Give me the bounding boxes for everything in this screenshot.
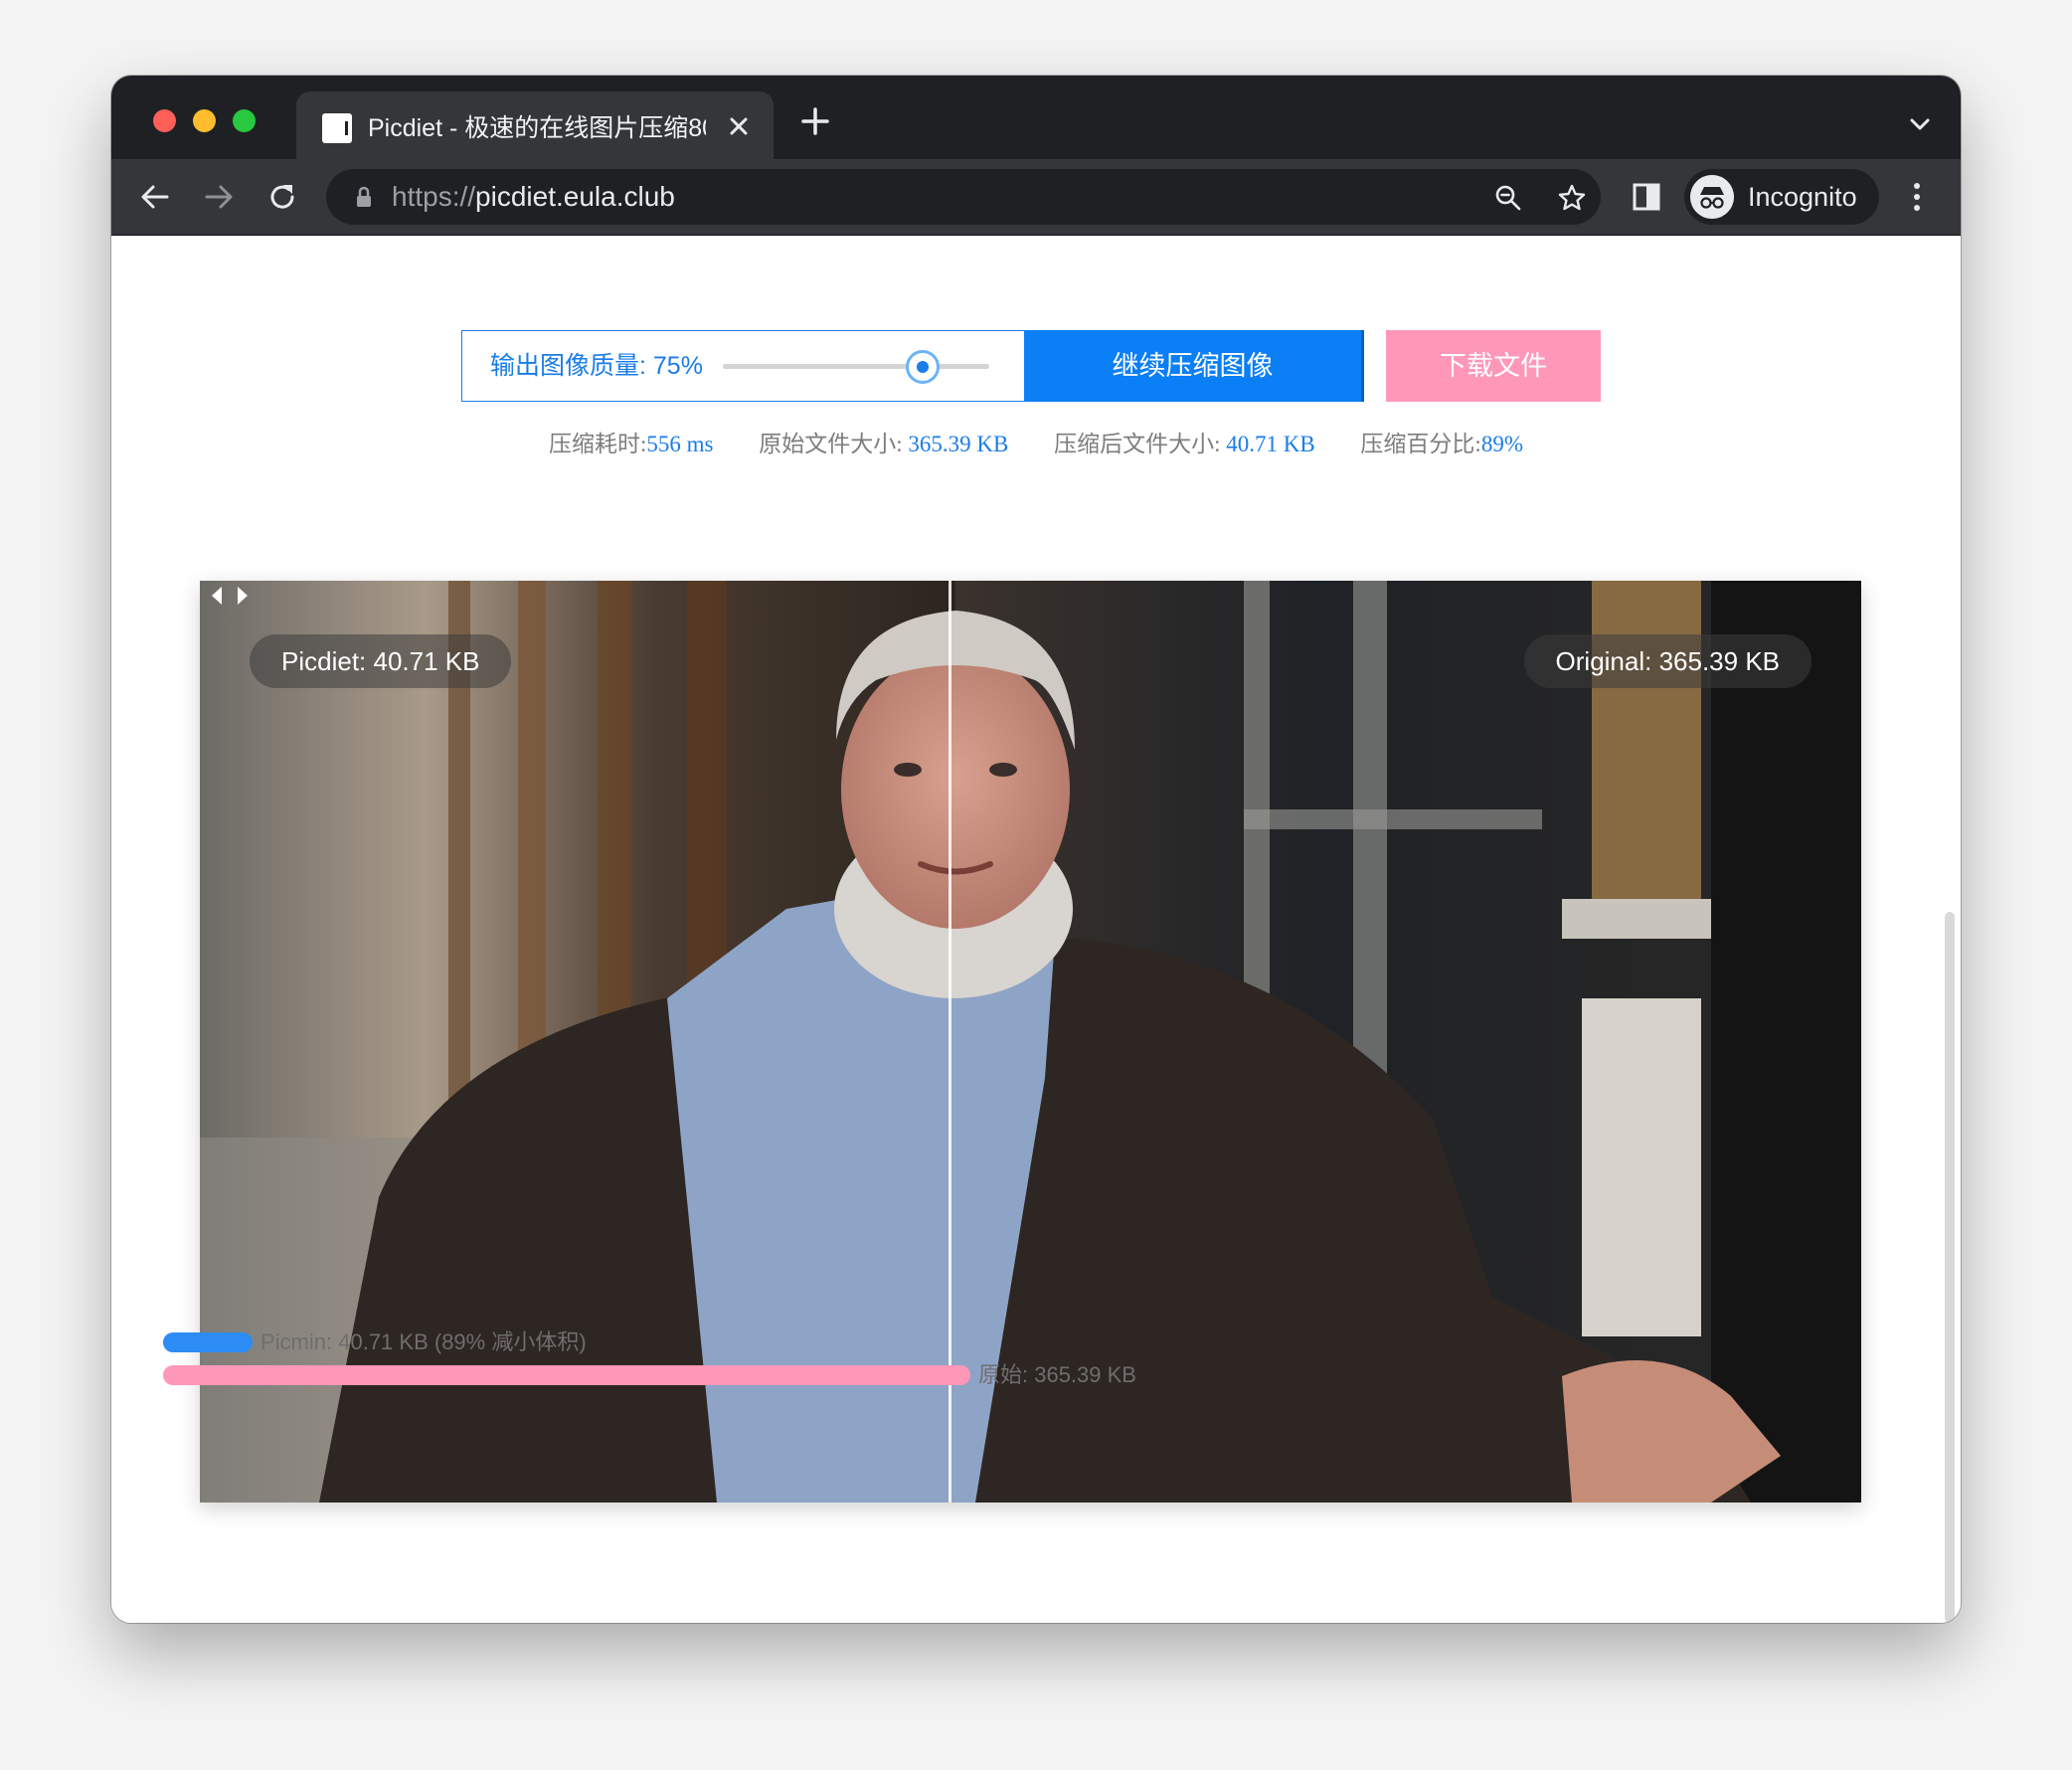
back-arrow-icon[interactable] xyxy=(137,179,173,215)
browser-menu-icon[interactable] xyxy=(1909,179,1925,215)
stat-time: 压缩耗时:556 ms xyxy=(549,432,714,456)
stat-compressed-size: 压缩后文件大小: 40.71 KB xyxy=(1054,432,1315,456)
tab-search-chevron-icon[interactable] xyxy=(1907,111,1933,137)
stat-percent: 压缩百分比:89% xyxy=(1360,432,1523,456)
compression-stats: 压缩耗时:556 ms 原始文件大小: 365.39 KB 压缩后文件大小: 4… xyxy=(111,425,1961,458)
forward-arrow-icon[interactable] xyxy=(201,179,237,215)
incognito-label: Incognito xyxy=(1748,182,1857,212)
compare-drag-handle-icon[interactable] xyxy=(200,581,259,611)
quality-label: 输出图像质量: 75% xyxy=(490,352,703,380)
stat-original-size: 原始文件大小: 365.39 KB xyxy=(759,432,1009,456)
reload-icon[interactable] xyxy=(264,179,300,215)
page-content: 输出图像质量: 75% 继续压缩图像 下载文件 压缩耗时:556 ms 原始文件… xyxy=(111,236,1961,1623)
close-window-button[interactable] xyxy=(153,109,176,132)
bookmark-star-icon[interactable] xyxy=(1557,183,1587,213)
favicon-icon xyxy=(322,113,352,143)
incognito-icon xyxy=(1690,175,1734,219)
minimize-window-button[interactable] xyxy=(193,109,216,132)
download-file-button[interactable]: 下载文件 xyxy=(1386,330,1601,402)
compressed-size-label: Picmin: 40.71 KB (89% 减小体积) xyxy=(260,1329,587,1354)
quality-slider[interactable] xyxy=(723,350,989,384)
browser-window: Picdiet - 极速的在线图片压缩80 https://picdiet.eu… xyxy=(111,76,1961,1623)
quality-slider-fill xyxy=(723,364,923,369)
compressed-size-bar xyxy=(163,1332,253,1352)
maximize-window-button[interactable] xyxy=(233,109,256,132)
compression-controls: 输出图像质量: 75% 继续压缩图像 下载文件 xyxy=(461,330,1605,402)
zoom-search-icon[interactable] xyxy=(1493,183,1523,213)
original-size-label: 原始: 365.39 KB xyxy=(978,1362,1136,1387)
compressed-image-label: Picdiet: 40.71 KB xyxy=(250,634,512,688)
continue-compress-button[interactable]: 继续压缩图像 xyxy=(1024,330,1364,402)
lock-icon xyxy=(357,186,371,207)
side-panel-icon[interactable] xyxy=(1629,179,1664,215)
tab-strip: Picdiet - 极速的在线图片压缩80 xyxy=(111,76,1961,159)
incognito-profile-button[interactable]: Incognito xyxy=(1684,169,1879,225)
original-size-bar xyxy=(163,1365,970,1385)
address-bar[interactable]: https://picdiet.eula.club xyxy=(326,169,1601,225)
quality-control: 输出图像质量: 75% xyxy=(461,330,1025,402)
browser-toolbar: https://picdiet.eula.club Incognito xyxy=(111,159,1961,236)
url-text: https://picdiet.eula.club xyxy=(392,181,675,212)
new-tab-icon[interactable] xyxy=(799,105,831,137)
quality-slider-thumb[interactable] xyxy=(906,350,940,384)
original-image-label: Original: 365.39 KB xyxy=(1523,634,1812,688)
close-tab-icon[interactable] xyxy=(724,111,754,141)
tab-title: Picdiet - 极速的在线图片压缩80 xyxy=(368,114,706,142)
active-tab[interactable]: Picdiet - 极速的在线图片压缩80 xyxy=(296,91,774,159)
compare-divider[interactable] xyxy=(949,581,951,1503)
page-scrollbar[interactable] xyxy=(1945,912,1955,1623)
